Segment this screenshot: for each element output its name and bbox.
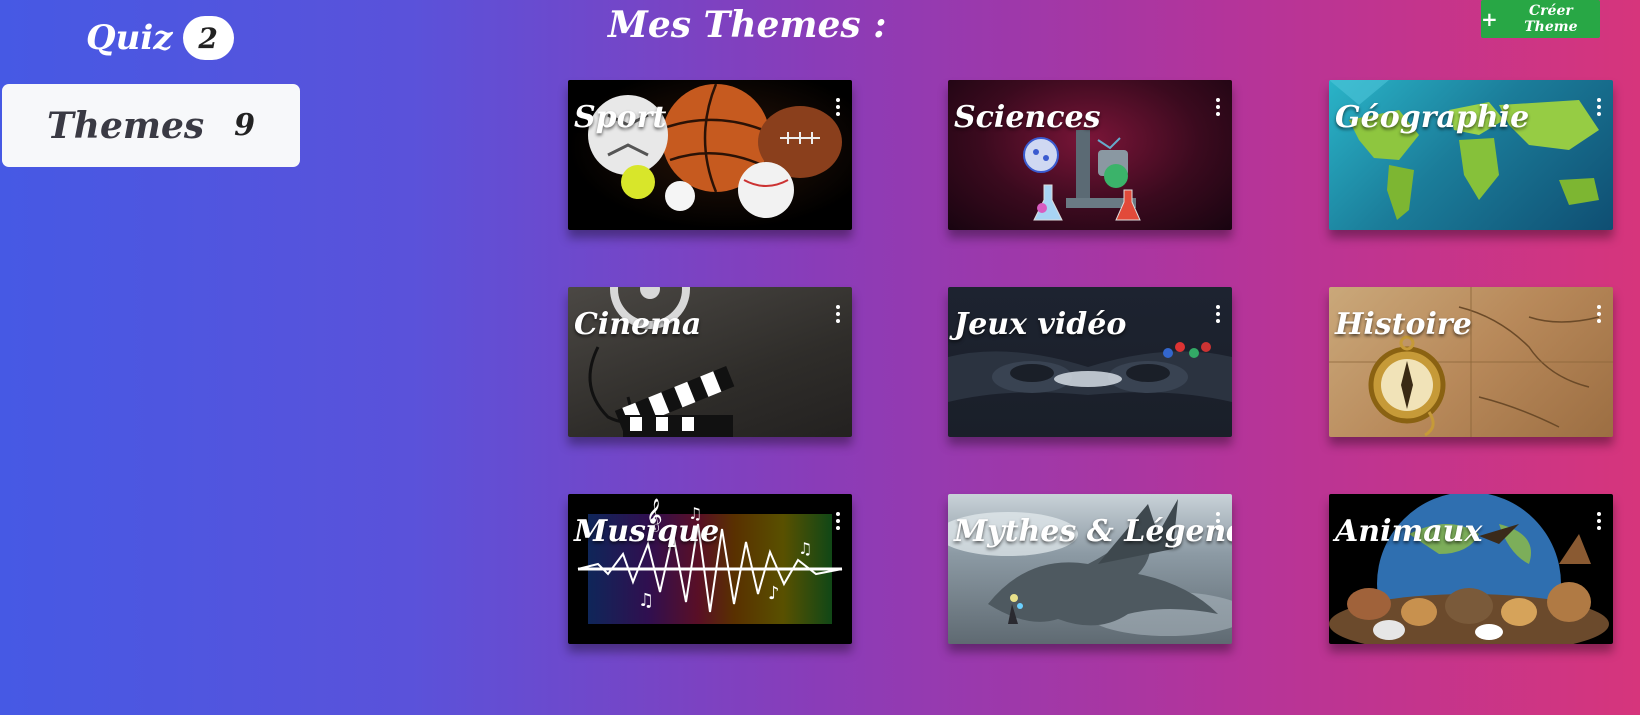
- quiz-label: Quiz: [86, 18, 173, 58]
- themes-count: 9: [234, 108, 255, 143]
- create-theme-label: Créer Theme: [1524, 3, 1578, 35]
- theme-card-cinema[interactable]: Cinema: [568, 287, 852, 437]
- create-theme-button[interactable]: + Créer Theme: [1481, 0, 1600, 38]
- theme-card-title: Jeux vidéo: [954, 307, 1127, 342]
- theme-card-geographie[interactable]: Géographie: [1329, 80, 1613, 230]
- theme-card-musique[interactable]: 𝄞 ♫ ♫ ♪ ♫ Musique: [568, 494, 852, 644]
- themes-label: Themes: [46, 104, 205, 147]
- more-options-icon[interactable]: [1214, 512, 1222, 530]
- theme-card-title: Cinema: [574, 307, 702, 342]
- theme-card-mythes-legendes[interactable]: Mythes & Légendes: [948, 494, 1232, 644]
- more-options-icon[interactable]: [834, 98, 842, 116]
- theme-card-jeux-video[interactable]: Jeux vidéo: [948, 287, 1232, 437]
- more-options-icon[interactable]: [1595, 305, 1603, 323]
- more-options-icon[interactable]: [1595, 98, 1603, 116]
- svg-text:♫: ♫: [798, 539, 812, 558]
- theme-card-title: Animaux: [1335, 514, 1483, 549]
- theme-card-title: Sciences: [954, 100, 1101, 135]
- svg-text:♫: ♫: [638, 590, 654, 611]
- more-options-icon[interactable]: [1214, 98, 1222, 116]
- quiz-heading[interactable]: Quiz 2: [86, 16, 234, 60]
- theme-card-histoire[interactable]: Histoire: [1329, 287, 1613, 437]
- quiz-count-badge: 2: [182, 16, 234, 60]
- more-options-icon[interactable]: [1214, 305, 1222, 323]
- theme-card-sciences[interactable]: Sciences: [948, 80, 1232, 230]
- theme-card-title: Mythes & Légendes: [954, 514, 1232, 549]
- more-options-icon[interactable]: [834, 512, 842, 530]
- plus-icon: +: [1481, 7, 1498, 31]
- theme-card-title: Géographie: [1335, 100, 1530, 135]
- theme-card-title: Musique: [574, 514, 720, 549]
- theme-card-animaux[interactable]: Animaux: [1329, 494, 1613, 644]
- more-options-icon[interactable]: [834, 305, 842, 323]
- themes-nav-item[interactable]: Themes 9: [2, 84, 300, 167]
- more-options-icon[interactable]: [1595, 512, 1603, 530]
- svg-text:♪: ♪: [768, 583, 780, 604]
- theme-card-title: Histoire: [1335, 307, 1472, 342]
- page-title: Mes Themes :: [608, 4, 887, 46]
- theme-card-title: Sport: [574, 100, 667, 135]
- theme-card-sport[interactable]: Sport: [568, 80, 852, 230]
